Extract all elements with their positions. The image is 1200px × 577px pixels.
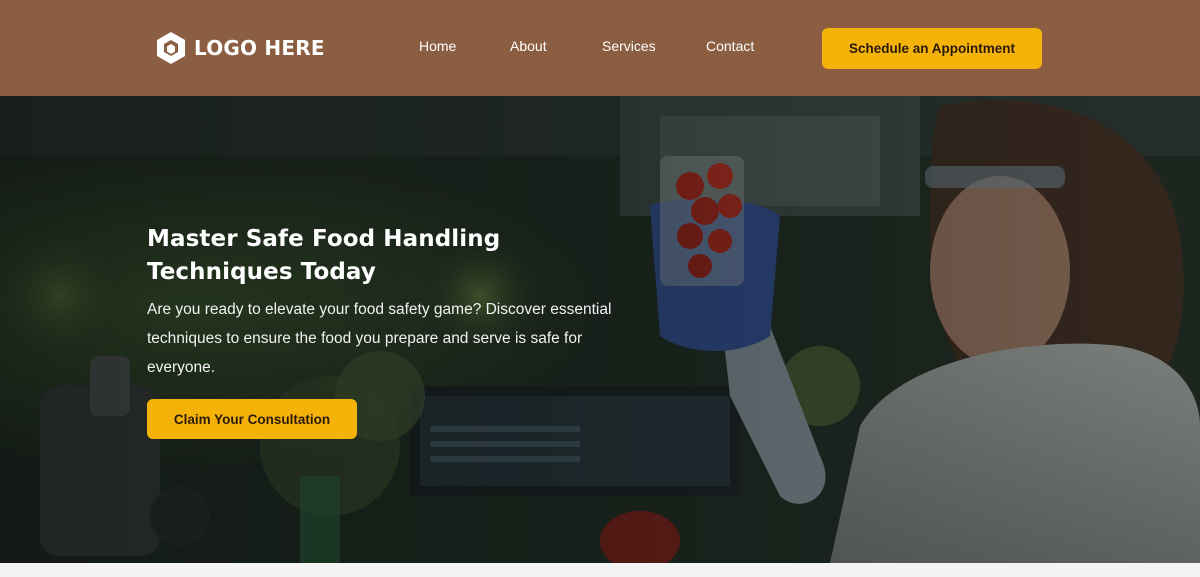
nav-contact[interactable]: Contact (706, 38, 754, 54)
hero-title: Master Safe Food Handling Techniques Tod… (147, 226, 501, 285)
hero-description: Are you ready to elevate your food safet… (147, 301, 612, 376)
logo-text: LOGO HERE (194, 36, 325, 60)
schedule-appointment-button[interactable]: Schedule an Appointment (822, 28, 1042, 69)
hero-section: Master Safe Food Handling Techniques Tod… (0, 96, 1200, 563)
logo[interactable]: LOGO HERE (154, 30, 325, 66)
claim-consultation-button[interactable]: Claim Your Consultation (147, 399, 357, 439)
nav-services[interactable]: Services (602, 38, 656, 54)
page-bottom-strip (0, 563, 1200, 577)
site-header: LOGO HERE Home About Services Contact Sc… (0, 0, 1200, 96)
nav-about[interactable]: About (510, 38, 547, 54)
nav-home[interactable]: Home (419, 38, 456, 54)
hexagon-logo-icon (154, 30, 188, 66)
